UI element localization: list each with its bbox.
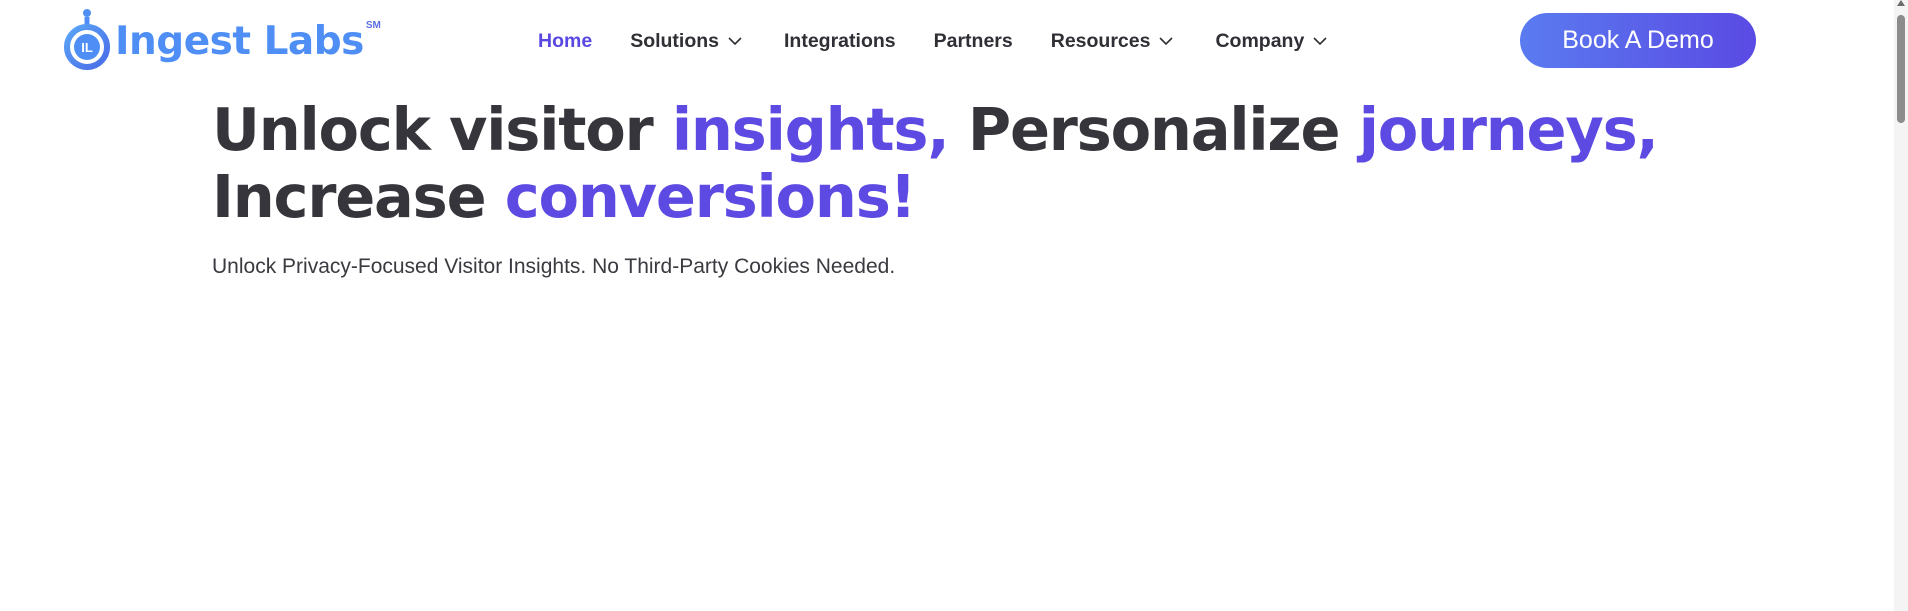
brand-logo[interactable]: IL Ingest Labs SM <box>63 8 381 70</box>
service-mark: SM <box>365 19 381 31</box>
nav-item-home[interactable]: Home <box>538 30 592 53</box>
ingest-labs-logo-icon: IL <box>64 9 110 70</box>
book-a-demo-button[interactable]: Book A Demo <box>1520 13 1756 68</box>
scroll-up-arrow-icon[interactable] <box>1897 0 1905 6</box>
nav-item-resources[interactable]: Resources <box>1051 30 1175 53</box>
page-scrollbar[interactable] <box>1894 0 1908 611</box>
nav-item-label: Company <box>1215 29 1305 52</box>
headline-accent-insights: insights, <box>671 95 950 164</box>
hero-subheadline: Unlock Privacy-Focused Visitor Insights.… <box>212 255 896 278</box>
nav-item-company[interactable]: Company <box>1215 30 1328 53</box>
nav-item-solutions[interactable]: Solutions <box>630 30 743 53</box>
nav-item-label: Solutions <box>630 29 720 52</box>
site-header: IL Ingest Labs SM Home Solutions Integra… <box>0 0 1908 80</box>
headline-text: Personalize <box>948 95 1359 164</box>
headline-text: Increase <box>212 162 505 231</box>
headline-accent-conversions: conversions! <box>504 162 917 231</box>
headline-text: Unlock visitor <box>212 95 672 164</box>
nav-item-label: Resources <box>1050 29 1151 52</box>
chevron-down-icon <box>1313 37 1327 46</box>
chevron-down-icon <box>728 37 742 46</box>
nav-item-label: Home <box>538 29 593 52</box>
nav-item-integrations[interactable]: Integrations <box>784 30 896 53</box>
main-nav: Home Solutions Integrations Partners Res… <box>538 24 1328 58</box>
scrollbar-thumb[interactable] <box>1897 15 1905 123</box>
hero-headline: Unlock visitor insights, Personalize jou… <box>212 96 1712 230</box>
chevron-down-icon <box>1159 37 1174 46</box>
brand-name: Ingest Labs <box>115 18 364 64</box>
nav-item-partners[interactable]: Partners <box>934 30 1013 53</box>
hero-section: Unlock visitor insights, Personalize jou… <box>212 96 1712 279</box>
logo-mark-text: IL <box>81 40 93 55</box>
nav-item-label: Partners <box>933 29 1013 52</box>
nav-item-label: Integrations <box>784 29 896 52</box>
headline-accent-journeys: journeys, <box>1358 95 1659 164</box>
